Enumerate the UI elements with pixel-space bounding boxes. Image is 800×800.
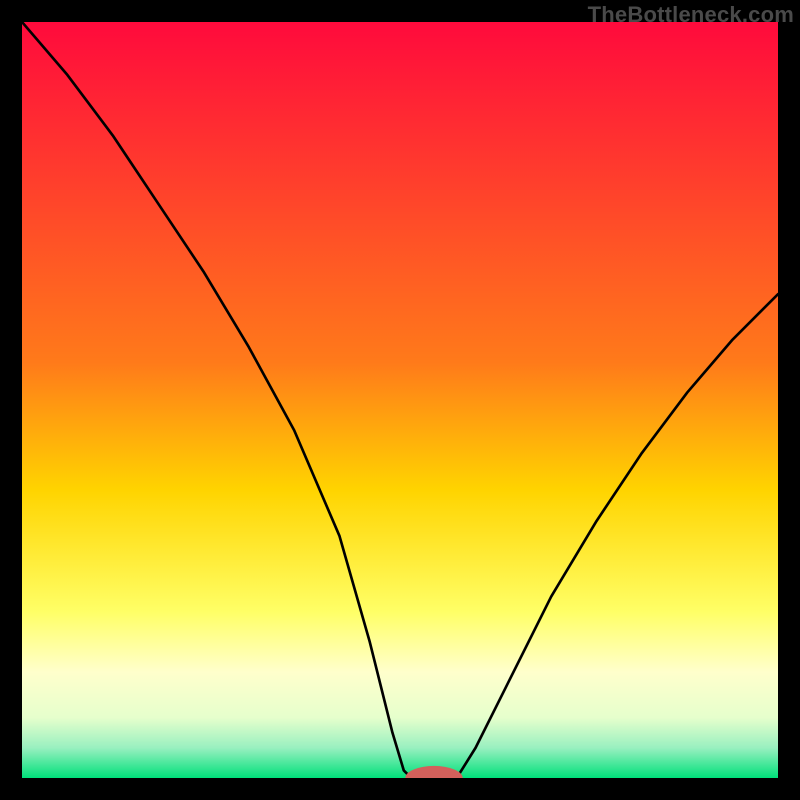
bottleneck-curve-chart [22,22,778,778]
chart-frame: TheBottleneck.com [0,0,800,800]
gradient-background [22,22,778,778]
watermark-text: TheBottleneck.com [588,2,794,28]
plot-area [22,22,778,778]
